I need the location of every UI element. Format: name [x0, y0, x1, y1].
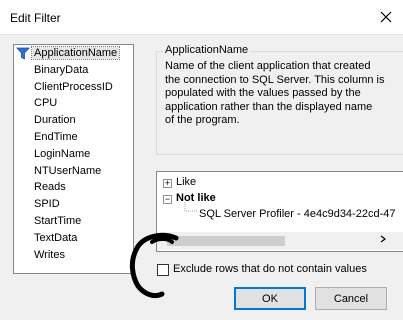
column-item-reads[interactable]: Reads	[14, 179, 133, 196]
horizontal-scrollbar[interactable]	[157, 232, 403, 250]
column-list[interactable]: ApplicationName BinaryData ClientProcess…	[13, 44, 134, 274]
column-item-label: BinaryData	[34, 63, 89, 76]
exclude-rows-label[interactable]: Exclude rows that do not contain values	[173, 263, 367, 275]
description-legend: ApplicationName	[163, 44, 251, 56]
column-item-applicationname[interactable]: ApplicationName	[14, 45, 133, 62]
window-title: Edit Filter	[10, 11, 61, 25]
tree-node-value[interactable]: SQL Server Profiler - 4e4c9d34-22cd-47	[199, 208, 395, 220]
tree-node-like[interactable]: Like	[176, 176, 196, 188]
column-item-label: Reads	[34, 181, 66, 194]
column-description: Name of the client application that crea…	[165, 60, 403, 128]
description-line: Name of the client application that crea…	[165, 60, 371, 72]
description-line: the connection to SQL Server. This colum…	[165, 73, 385, 86]
column-item-binarydata[interactable]: BinaryData	[14, 62, 133, 79]
column-item-label: Duration	[34, 114, 76, 127]
description-line: of the program.	[165, 114, 240, 126]
column-item-starttime[interactable]: StartTime	[14, 213, 133, 230]
description-line: populated with the values passed by the	[165, 87, 361, 99]
expand-like-icon[interactable]: +	[163, 179, 172, 188]
column-item-label: StartTime	[34, 214, 82, 227]
column-item-label: NTUserName	[34, 164, 102, 177]
column-item-writes[interactable]: Writes	[14, 247, 133, 264]
column-item-label: LoginName	[34, 147, 91, 160]
scroll-right-arrow-icon[interactable]	[376, 234, 390, 248]
tree-connector	[184, 202, 197, 212]
column-item-label: ApplicationName	[30, 46, 121, 60]
description-line: application rather than the displayed na…	[165, 100, 373, 113]
close-icon	[380, 11, 392, 23]
column-item-label: SPID	[34, 198, 60, 211]
column-item-loginname[interactable]: LoginName	[14, 146, 133, 163]
annotation-scribble	[129, 232, 179, 299]
column-item-label: EndTime	[34, 130, 78, 143]
filter-icon	[16, 47, 30, 60]
column-item-label: CPU	[34, 97, 58, 110]
column-item-label: Writes	[34, 248, 65, 261]
ok-button[interactable]: OK	[234, 287, 306, 310]
close-button[interactable]	[369, 0, 403, 34]
column-item-duration[interactable]: Duration	[14, 112, 133, 129]
column-item-ntusername[interactable]: NTUserName	[14, 163, 133, 180]
cancel-button[interactable]: Cancel	[315, 287, 387, 310]
column-item-label: TextData	[34, 231, 78, 244]
column-item-label: ClientProcessID	[34, 80, 113, 93]
column-item-cpu[interactable]: CPU	[14, 95, 133, 112]
collapse-not-like-icon[interactable]: −	[163, 195, 172, 204]
column-item-spid[interactable]: SPID	[14, 196, 133, 213]
title-bar: Edit Filter	[0, 0, 403, 35]
column-item-endtime[interactable]: EndTime	[14, 129, 133, 146]
column-item-clientprocessid[interactable]: ClientProcessID	[14, 79, 133, 96]
column-item-textdata[interactable]: TextData	[14, 230, 133, 247]
